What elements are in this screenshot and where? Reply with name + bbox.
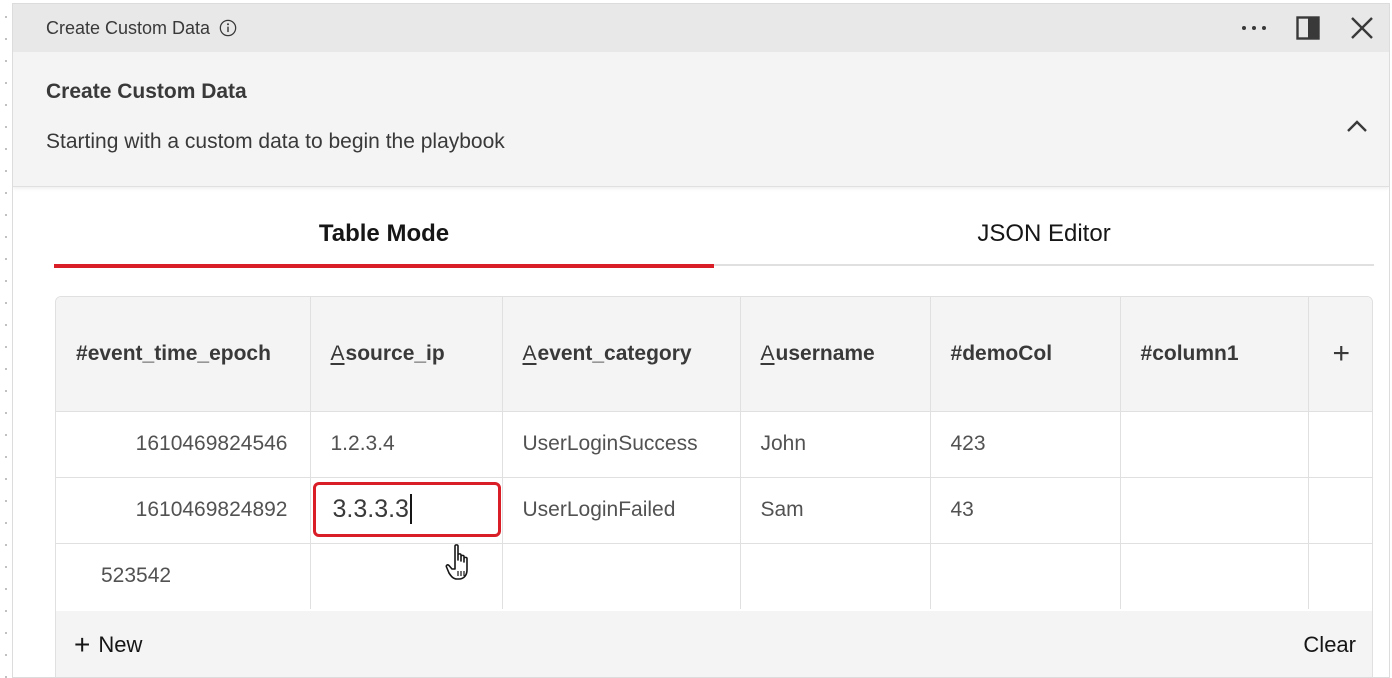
add-row-label: New [98, 632, 143, 657]
close-button[interactable] [1335, 4, 1389, 52]
column-name: demoCol [962, 341, 1053, 365]
chevron-up-icon [1347, 120, 1367, 132]
table-row: 1610469824892 3.3.3.3 UserLoginFailed Sa… [56, 477, 1372, 544]
step-summary: Create Custom Data Starting with a custo… [13, 52, 1389, 187]
column-header[interactable]: Aevent_category [502, 297, 741, 412]
table-cell[interactable] [1120, 411, 1309, 478]
text-type-icon: A [522, 341, 537, 365]
mode-tabs: Table Mode JSON Editor [54, 202, 1374, 268]
table-cell[interactable]: UserLoginSuccess [502, 411, 741, 478]
table-cell[interactable] [930, 543, 1121, 609]
text-type-icon: A [330, 341, 345, 365]
table-cell[interactable] [1308, 411, 1372, 478]
tab-table-mode[interactable]: Table Mode [54, 202, 714, 268]
split-view-button[interactable] [1281, 4, 1335, 52]
number-type-icon: # [76, 341, 88, 365]
column-name: event_time_epoch [87, 341, 271, 365]
table-cell[interactable]: 43 [930, 477, 1121, 544]
add-column-button[interactable]: + [1308, 297, 1372, 412]
column-name: username [775, 341, 875, 365]
table-cell[interactable]: UserLoginFailed [502, 477, 741, 544]
canvas-dot-grid [0, 0, 12, 678]
table-cell[interactable]: Sam [740, 477, 931, 544]
clear-button[interactable]: Clear [1303, 632, 1356, 658]
table-cell[interactable] [1308, 477, 1372, 544]
text-caret [409, 494, 412, 524]
table-cell[interactable] [1120, 477, 1309, 544]
column-name: event_category [537, 341, 692, 365]
table-cell[interactable] [740, 543, 931, 609]
collapse-button[interactable] [1339, 108, 1375, 144]
tab-json-editor[interactable]: JSON Editor [714, 202, 1374, 266]
table-cell-editing[interactable]: 3.3.3.3 [310, 477, 503, 544]
column-header[interactable]: #column1 [1120, 297, 1309, 412]
overflow-menu-icon [1242, 26, 1266, 30]
panel-title: Create Custom Data [46, 17, 211, 38]
table-row: 523542 [56, 543, 1372, 609]
table-cell[interactable]: 1.2.3.4 [310, 411, 503, 478]
more-options-button[interactable] [1227, 4, 1281, 52]
panel-actions [1227, 4, 1389, 52]
hand-pointer-cursor-icon [445, 544, 468, 580]
side-panel: Create Custom Data Create Custom Data St… [12, 3, 1390, 678]
table-cell[interactable]: 1610469824546 [56, 411, 311, 478]
column-name: source_ip [345, 341, 445, 365]
table-footer: + New Clear [56, 611, 1372, 677]
plus-icon: + [74, 629, 91, 660]
table-row: 1610469824546 1.2.3.4 UserLoginSuccess J… [56, 411, 1372, 478]
table-header-row: #event_time_epoch Asource_ip Aevent_cate… [56, 297, 1372, 412]
panel-header: Create Custom Data [13, 4, 1389, 52]
cell-edit-input[interactable]: 3.3.3.3 [312, 481, 501, 537]
column-header[interactable]: Asource_ip [310, 297, 503, 412]
text-type-icon: A [760, 341, 775, 365]
step-description: Starting with a custom data to begin the… [46, 130, 505, 153]
panel-split-icon [1296, 16, 1320, 40]
column-header[interactable]: Ausername [740, 297, 931, 412]
number-type-icon: # [1140, 341, 1153, 365]
column-name: column1 [1152, 341, 1239, 365]
add-row-button[interactable]: + New [74, 631, 142, 659]
table-cell[interactable]: John [740, 411, 931, 478]
cell-edit-value: 3.3.3.3 [332, 494, 409, 523]
table-cell[interactable]: 523542 [56, 543, 311, 609]
number-type-icon: # [950, 341, 963, 365]
step-title: Create Custom Data [46, 80, 247, 103]
info-icon[interactable] [219, 19, 237, 37]
table-cell[interactable] [1308, 543, 1372, 609]
column-header[interactable]: #event_time_epoch [56, 297, 311, 412]
close-icon [1351, 17, 1373, 39]
table-cell[interactable]: 1610469824892 [56, 477, 311, 544]
table-cell[interactable] [502, 543, 741, 609]
table-cell[interactable]: 423 [930, 411, 1121, 478]
table-cell[interactable] [1120, 543, 1309, 609]
column-header[interactable]: #demoCol [930, 297, 1121, 412]
